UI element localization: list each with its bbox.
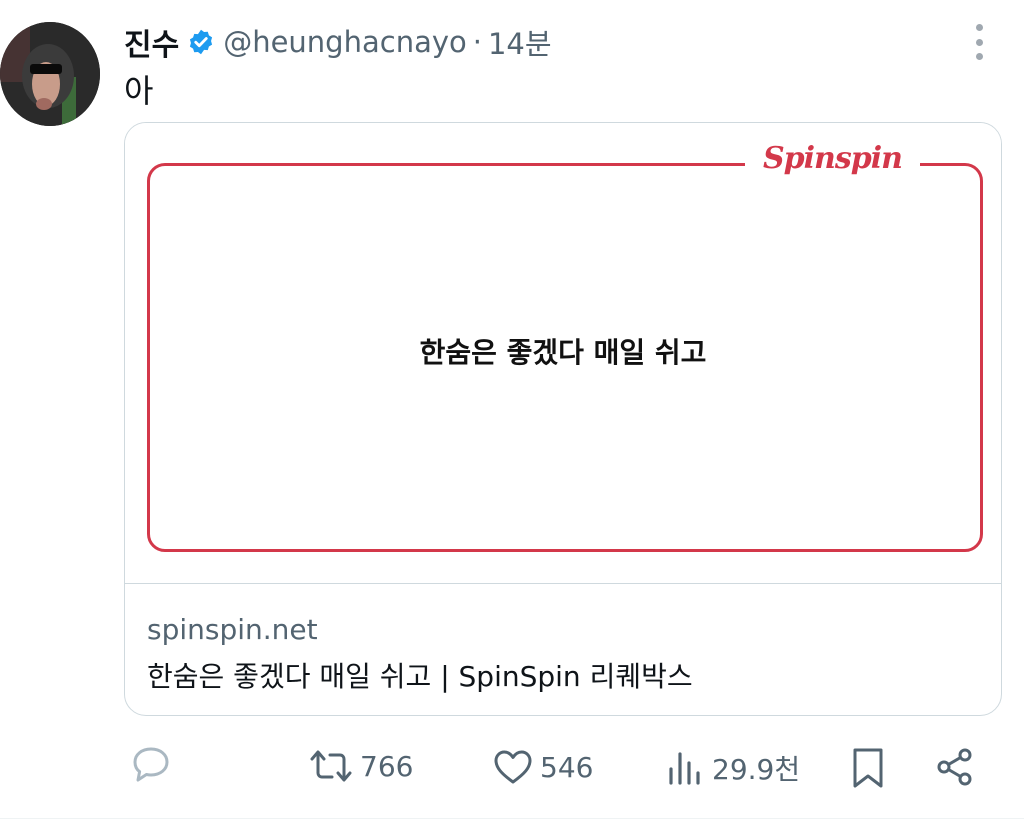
post-time[interactable]: 14분 [488, 21, 552, 63]
brand-logo: Spinspin [745, 141, 920, 176]
card-title: 한숨은 좋겠다 매일 쉬고 | SpinSpin 리퀘박스 [147, 660, 693, 693]
card-image[interactable]: Spinspin 한숨은 좋겠다 매일 쉬고 [125, 123, 1001, 583]
avatar[interactable] [0, 22, 100, 126]
author-handle[interactable]: @heunghacnayo [223, 25, 467, 59]
share-icon [937, 748, 972, 786]
reply-button[interactable] [130, 744, 172, 784]
link-card[interactable]: Spinspin 한숨은 좋겠다 매일 쉬고 spinspin.net 한숨은 … [124, 122, 1002, 716]
post-bottom-divider [0, 818, 1024, 819]
views-button[interactable]: 29.9천 [666, 748, 800, 788]
verified-badge-icon [190, 29, 213, 55]
author-name[interactable]: 진수 [124, 20, 179, 64]
meta-separator: · [472, 25, 482, 59]
share-button[interactable] [934, 746, 976, 788]
repost-icon [310, 750, 352, 782]
views-count: 29.9천 [712, 753, 801, 786]
heart-icon [494, 750, 532, 784]
like-button[interactable]: 546 [492, 748, 593, 786]
repost-count: 766 [360, 749, 414, 783]
card-divider [125, 583, 1001, 584]
reply-icon [133, 747, 169, 782]
bookmark-icon [853, 748, 883, 788]
post-text: 아 [124, 72, 154, 110]
views-icon [669, 752, 700, 785]
more-options-button[interactable] [966, 24, 992, 60]
repost-button[interactable]: 766 [308, 748, 413, 784]
card-image-text: 한숨은 좋겠다 매일 쉬고 [419, 336, 707, 369]
more-vertical-icon [975, 24, 983, 31]
like-count: 546 [540, 750, 594, 784]
action-bar: 766 546 29.9천 [0, 740, 1024, 800]
card-domain: spinspin.net [147, 613, 318, 646]
avatar-image [0, 22, 100, 126]
bookmark-button[interactable] [850, 746, 886, 790]
post-header: 진수 @heunghacnayo · 14분 [124, 20, 552, 64]
